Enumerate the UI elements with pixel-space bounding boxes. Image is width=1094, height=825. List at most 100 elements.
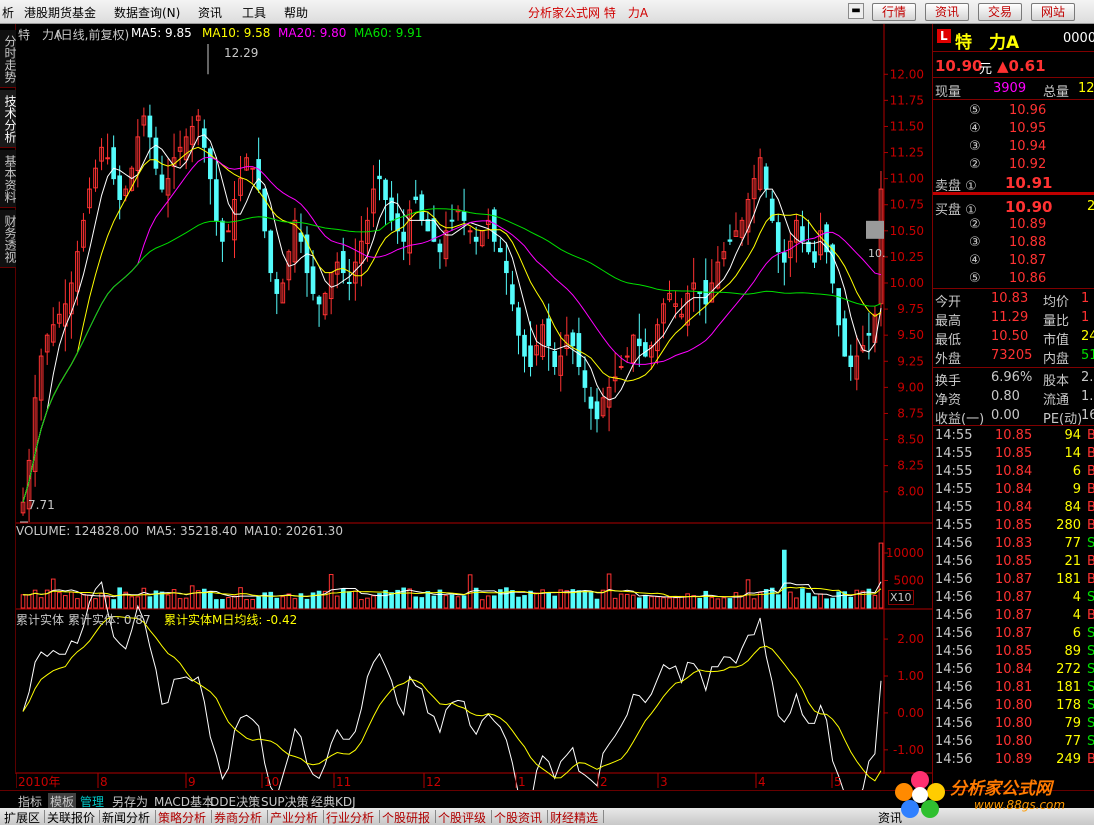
chart-canvas[interactable]: 12.0011.7511.5011.2511.0010.7510.5010.25…: [16, 24, 932, 790]
volume-bar: [69, 591, 74, 609]
tick-row[interactable]: 14:56 10.83 77 S: [933, 535, 1094, 553]
sell-level-price: 10.95: [1009, 121, 1047, 136]
tab-related-quote[interactable]: 关联报价: [47, 809, 95, 825]
candle-body: [516, 307, 521, 336]
x-tick-label: 1: [518, 775, 526, 789]
tick-row[interactable]: 14:55 10.85 280 B: [933, 517, 1094, 535]
tick-row[interactable]: 14:56 10.87 6 S: [933, 625, 1094, 643]
volume-ma10-label: MA10: 20261.30: [244, 524, 343, 538]
tick-side: S: [1087, 644, 1094, 659]
volume-bar: [715, 598, 721, 609]
menu-item-data-query[interactable]: 数据查询(N): [114, 4, 180, 21]
tick-price: 10.85: [995, 446, 1033, 461]
volume-bar: [836, 591, 841, 609]
tick-row[interactable]: 14:56 10.87 181 B: [933, 571, 1094, 589]
stat-value: 51: [1081, 348, 1094, 363]
tick-time: 14:56: [935, 626, 973, 641]
tick-row[interactable]: 14:56 10.85 89 S: [933, 643, 1094, 661]
minimize-icon[interactable]: ▬: [848, 3, 864, 19]
menu-item-help[interactable]: 帮助: [284, 4, 308, 21]
tab-stock-research[interactable]: 个股研报: [382, 809, 430, 825]
tick-volume: 280: [1056, 518, 1081, 533]
volume-bar: [824, 598, 829, 609]
tick-row[interactable]: 14:55 10.84 84 B: [933, 499, 1094, 517]
watermark-title: 分析家公式网: [950, 779, 1052, 799]
tab-sector-analysis[interactable]: 行业分析: [326, 809, 374, 825]
sell-level-row[interactable]: ② 10.92: [933, 156, 1094, 174]
tab-broker-analysis[interactable]: 券商分析: [214, 809, 262, 825]
candle-body: [316, 296, 322, 305]
tick-row[interactable]: 14:56 10.80 79 S: [933, 715, 1094, 733]
buy-level-row[interactable]: ⑤ 10.86: [933, 270, 1094, 288]
tab-fundamentals[interactable]: 基本资料: [0, 150, 17, 208]
tick-time: 14:56: [935, 608, 973, 623]
tab-industry-chain-analysis[interactable]: 产业分析: [270, 809, 318, 825]
volume-bar: [407, 588, 413, 609]
tick-side: B: [1087, 464, 1094, 479]
tab-stock-news[interactable]: 个股资讯: [494, 809, 542, 825]
tab-extension[interactable]: 扩展区: [4, 809, 40, 825]
tick-row[interactable]: 14:56 10.84 272 S: [933, 661, 1094, 679]
tick-row[interactable]: 14:55 10.85 94 B: [933, 427, 1094, 445]
candle-body: [346, 281, 352, 284]
tick-row[interactable]: 14:56 10.85 21 B: [933, 553, 1094, 571]
volume-bar: [582, 590, 588, 609]
stat-row: 最低 10.50 市值 24: [933, 328, 1094, 348]
trade-button[interactable]: 交易: [978, 3, 1022, 21]
menu-item-news[interactable]: 资讯: [198, 4, 222, 21]
indicator-name-label: 累计实体: [16, 613, 65, 627]
total-vol-value: 12: [1078, 81, 1094, 96]
stat-label: 量比: [1043, 314, 1070, 329]
menu-item-analysis[interactable]: 析: [2, 4, 14, 21]
buy-level-row[interactable]: ② 10.89: [933, 216, 1094, 234]
volume-bar: [588, 592, 594, 609]
tab-intraday[interactable]: 分时走势: [0, 30, 17, 88]
tab-finance-picks[interactable]: 财经精选: [550, 809, 598, 825]
volume-bar: [721, 597, 727, 609]
candle-body: [727, 239, 733, 242]
candle-body: [256, 159, 261, 190]
tick-price: 10.80: [995, 716, 1033, 731]
website-button[interactable]: 网站: [1031, 3, 1075, 21]
buy1-row: 买盘 ① 10.90 2: [933, 198, 1094, 218]
volume-bar: [510, 590, 515, 609]
tick-row[interactable]: 14:56 10.80 178 S: [933, 697, 1094, 715]
tick-side: S: [1087, 734, 1094, 749]
tick-row[interactable]: 14:56 10.87 4 B: [933, 607, 1094, 625]
candle-body: [419, 194, 425, 221]
buy-level-row[interactable]: ④ 10.87: [933, 252, 1094, 270]
sell-level-row[interactable]: ⑤ 10.96: [933, 102, 1094, 120]
tick-row[interactable]: 14:55 10.85 14 B: [933, 445, 1094, 463]
candle-body: [461, 211, 467, 221]
tick-row[interactable]: 14:55 10.84 6 B: [933, 463, 1094, 481]
kline-chart[interactable]: 12.00 11.75 11.50 11.25 11.00 10.75 10.50 10.25…: [16, 24, 932, 790]
tab-news-analysis[interactable]: 新闻分析: [102, 809, 150, 825]
volume-bar: [129, 596, 135, 609]
volume-bar: [195, 590, 201, 609]
price-tick-label: 8.00: [897, 485, 924, 499]
price-tick-label: 11.75: [890, 93, 924, 107]
sell-level-row[interactable]: ③ 10.94: [933, 138, 1094, 156]
tab-strategy-analysis[interactable]: 策略分析: [158, 809, 206, 825]
tab-technical[interactable]: 技术分析: [0, 90, 17, 148]
menu-item-tools[interactable]: 工具: [242, 4, 266, 21]
tab-stock-rating[interactable]: 个股评级: [438, 809, 486, 825]
stat-value: 10.50: [991, 329, 1029, 344]
tick-row[interactable]: 14:56 10.87 4 S: [933, 589, 1094, 607]
tick-row[interactable]: 14:56 10.80 77 S: [933, 733, 1094, 751]
candle-body: [643, 342, 648, 357]
news-button[interactable]: 资讯: [925, 3, 969, 21]
menu-item-hk-futures[interactable]: 港股期货基金: [24, 4, 96, 21]
quote-button[interactable]: 行情: [872, 3, 916, 21]
stat-label: 内盘: [1043, 352, 1070, 367]
stat-value: 1: [1081, 310, 1090, 325]
sell-level-row[interactable]: ④ 10.95: [933, 120, 1094, 138]
tab-financials[interactable]: 财务透视: [0, 210, 17, 268]
volume-bar: [238, 587, 243, 609]
tick-row[interactable]: 14:55 10.84 9 B: [933, 481, 1094, 499]
buy-level-row[interactable]: ③ 10.88: [933, 234, 1094, 252]
x-tick-label: 2: [600, 775, 608, 789]
tick-row[interactable]: 14:56 10.81 181 S: [933, 679, 1094, 697]
tick-time: 14:56: [935, 752, 973, 767]
tick-row[interactable]: 14:56 10.89 249 B: [933, 751, 1094, 769]
